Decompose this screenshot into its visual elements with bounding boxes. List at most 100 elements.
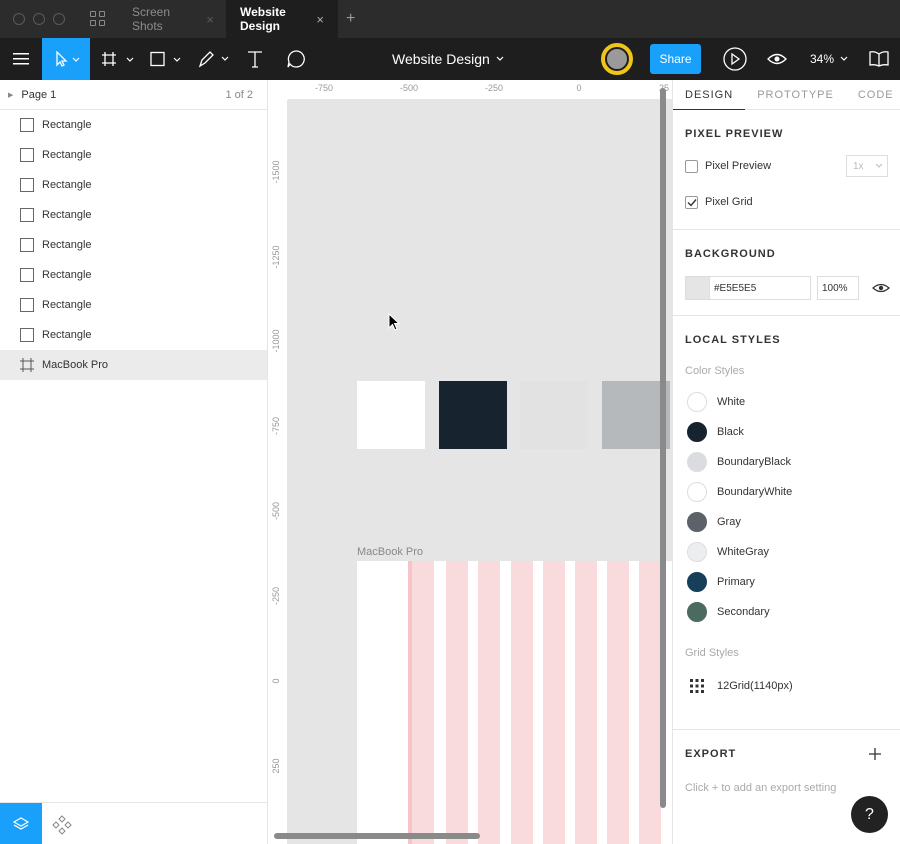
ruler-tick-label: 0: [271, 678, 281, 684]
layer-item[interactable]: Rectangle: [0, 140, 267, 170]
rectangle-icon: [20, 268, 34, 282]
file-title-dropdown[interactable]: Website Design: [392, 38, 508, 80]
minimize-window-button[interactable]: [33, 13, 45, 25]
color-style-item[interactable]: BoundaryWhite: [673, 477, 900, 507]
comment-tool-button[interactable]: [282, 38, 310, 80]
menu-button[interactable]: [0, 38, 42, 80]
properties-tabs: DESIGN PROTOTYPE CODE: [673, 80, 900, 110]
new-tab-button[interactable]: +: [346, 10, 355, 28]
book-icon: [869, 51, 889, 67]
macbook-pro-frame[interactable]: [357, 561, 672, 844]
layers-footer: [0, 802, 267, 844]
layer-label: Rectangle: [42, 179, 92, 191]
pen-tool-button[interactable]: [196, 38, 232, 80]
ruler-tick-label: 0: [576, 83, 582, 93]
library-button[interactable]: [864, 38, 894, 80]
zoom-level: 34%: [810, 52, 835, 66]
share-button[interactable]: Share: [650, 44, 701, 74]
tab-close-icon[interactable]: ×: [206, 12, 214, 27]
avatar[interactable]: [601, 43, 633, 75]
canvas-rectangle-white[interactable]: [357, 381, 425, 449]
grid-style-item[interactable]: 12Grid(1140px): [673, 671, 900, 701]
comment-icon: [287, 50, 305, 68]
color-style-item[interactable]: Secondary: [673, 597, 900, 627]
help-button[interactable]: ?: [851, 796, 888, 833]
layers-panel: ▶ Page 1 1 of 2 Rectangle Rectangle Rect…: [0, 80, 268, 844]
layer-item[interactable]: Rectangle: [0, 320, 267, 350]
layer-item[interactable]: Rectangle: [0, 230, 267, 260]
caret-right-icon: ▶: [8, 91, 14, 99]
layer-item[interactable]: Rectangle: [0, 290, 267, 320]
eye-icon[interactable]: [871, 281, 891, 295]
background-hex-input[interactable]: #E5E5E5: [709, 276, 811, 300]
pixel-scale-select[interactable]: 1x: [846, 155, 888, 177]
tab-label: Website Design: [240, 5, 286, 33]
pixel-preview-label: Pixel Preview: [705, 160, 772, 172]
present-button[interactable]: [720, 38, 750, 80]
canvas[interactable]: MacBook Pro -750 -500 -250 0 25 -1500 -1…: [268, 80, 672, 844]
layers-tab-button[interactable]: [0, 803, 42, 844]
color-style-name: White: [717, 396, 746, 408]
grid-column: [543, 561, 565, 844]
tab-prototype[interactable]: PROTOTYPE: [745, 80, 846, 110]
canvas-rectangle-lightgray[interactable]: [520, 381, 588, 449]
zoom-window-button[interactable]: [53, 13, 65, 25]
rectangle-icon: [20, 118, 34, 132]
move-cursor-icon: [56, 51, 80, 67]
grid-column: [639, 561, 661, 844]
layer-label: MacBook Pro: [42, 359, 109, 371]
background-opacity-input[interactable]: 100%: [817, 276, 859, 300]
horizontal-scrollbar[interactable]: [274, 833, 480, 839]
color-style-item[interactable]: Black: [673, 417, 900, 447]
color-swatch: [687, 602, 707, 622]
shape-tool-button[interactable]: [148, 38, 184, 80]
components-icon: [52, 815, 72, 835]
move-tool-button[interactable]: [42, 38, 90, 80]
tab-close-icon[interactable]: ×: [316, 12, 324, 27]
tab-website-design[interactable]: Website Design ×: [226, 0, 338, 38]
color-style-item[interactable]: BoundaryBlack: [673, 447, 900, 477]
file-browser-icon[interactable]: [90, 11, 106, 27]
pixel-preview-checkbox[interactable]: [685, 159, 698, 173]
ruler-vertical: -1500 -1250 -1000 -750 -500 -250 0 250: [268, 80, 288, 844]
layer-item[interactable]: Rectangle: [0, 200, 267, 230]
title-bar: Screen Shots × Website Design × +: [0, 0, 900, 38]
pixel-grid-checkbox[interactable]: [685, 195, 698, 209]
color-style-name: BoundaryBlack: [717, 456, 791, 468]
vertical-scrollbar[interactable]: [660, 88, 666, 808]
layer-item[interactable]: Rectangle: [0, 110, 267, 140]
layer-item-macbook-pro[interactable]: MacBook Pro: [0, 350, 267, 380]
background-color-swatch[interactable]: [685, 276, 709, 300]
layer-item[interactable]: Rectangle: [0, 170, 267, 200]
zoom-dropdown[interactable]: 34%: [810, 38, 852, 80]
export-hint: Click + to add an export setting: [685, 782, 837, 794]
page-selector[interactable]: ▶ Page 1 1 of 2: [0, 80, 267, 110]
tab-design[interactable]: DESIGN: [673, 80, 746, 110]
color-style-item[interactable]: WhiteGray: [673, 537, 900, 567]
color-swatch: [687, 512, 707, 532]
grid-column: [446, 561, 468, 844]
frame-label[interactable]: MacBook Pro: [357, 546, 423, 558]
close-window-button[interactable]: [13, 13, 25, 25]
layer-item[interactable]: Rectangle: [0, 260, 267, 290]
tab-screen-shots[interactable]: Screen Shots ×: [118, 0, 228, 38]
view-button[interactable]: [763, 38, 791, 80]
tab-code[interactable]: CODE: [846, 80, 900, 110]
canvas-rectangle-black[interactable]: [439, 381, 507, 449]
chevron-down-icon: [496, 56, 504, 61]
text-tool-button[interactable]: [242, 38, 268, 80]
components-tab-button[interactable]: [52, 815, 72, 838]
ruler-tick-label: -250: [271, 586, 281, 606]
add-export-icon[interactable]: [868, 747, 882, 761]
section-title: EXPORT: [685, 748, 737, 760]
color-styles-title: Color Styles: [685, 365, 745, 377]
grid-icon: [690, 679, 704, 693]
color-style-item[interactable]: Primary: [673, 567, 900, 597]
frame-tool-button[interactable]: [100, 38, 136, 80]
color-style-item[interactable]: White: [673, 387, 900, 417]
section-title: PIXEL PREVIEW: [685, 128, 784, 140]
color-swatch: [687, 392, 707, 412]
pixel-grid-row: Pixel Grid: [673, 184, 900, 220]
color-style-item[interactable]: Gray: [673, 507, 900, 537]
ruler-horizontal: -750 -500 -250 0 25: [268, 80, 672, 100]
